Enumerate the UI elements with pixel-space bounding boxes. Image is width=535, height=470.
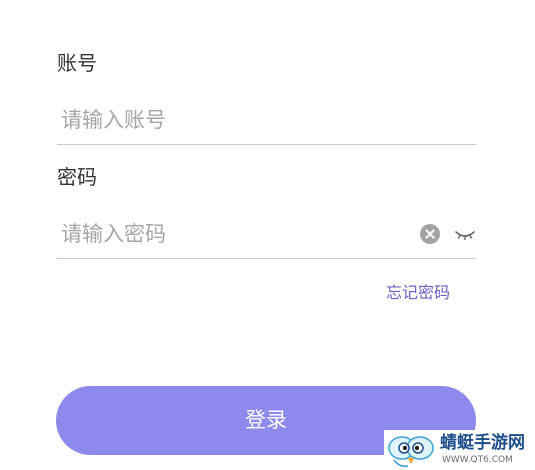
account-input[interactable]: [61, 103, 401, 137]
dragonfly-logo-icon: [388, 436, 434, 468]
password-label: 密码: [57, 165, 97, 189]
account-field: [57, 97, 476, 145]
clear-icon[interactable]: [420, 224, 440, 244]
watermark: 蜻蜓手游网 WWW.QT6.COM: [384, 430, 535, 470]
password-input[interactable]: [61, 217, 401, 251]
account-label: 账号: [57, 51, 97, 75]
eye-closed-icon[interactable]: [454, 224, 476, 244]
forgot-password-link[interactable]: 忘记密码: [386, 283, 450, 303]
watermark-url: WWW.QT6.COM: [442, 455, 513, 465]
password-field: [57, 211, 476, 259]
watermark-title: 蜻蜓手游网: [440, 433, 525, 453]
